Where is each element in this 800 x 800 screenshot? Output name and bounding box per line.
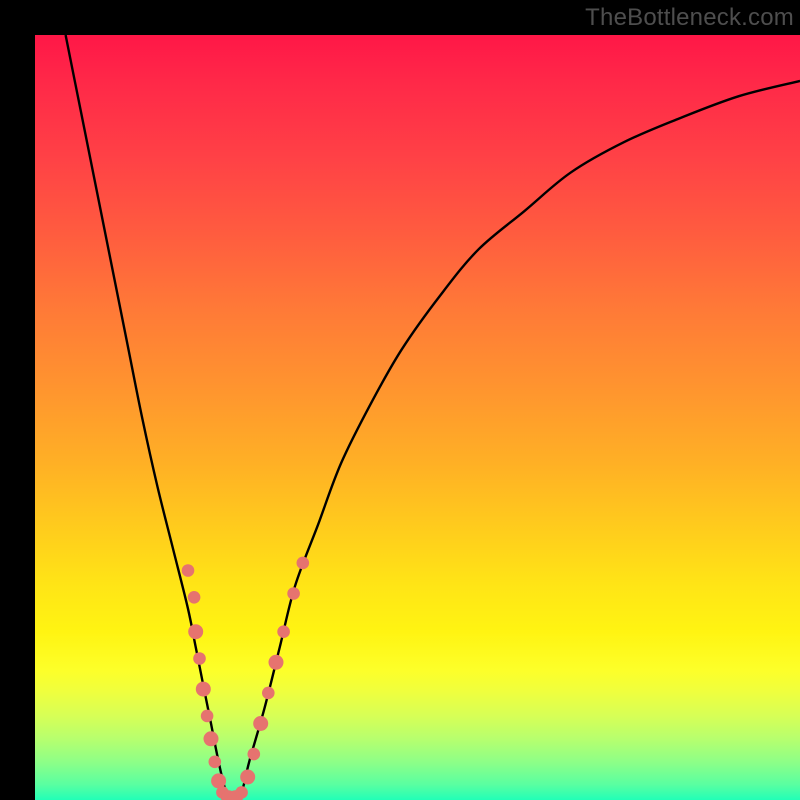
curve-marker — [269, 655, 284, 670]
curve-marker — [188, 624, 203, 639]
curve-marker — [248, 748, 261, 761]
curve-marker — [204, 731, 219, 746]
plot-area — [35, 35, 800, 800]
curve-marker — [277, 625, 290, 638]
curve-marker — [287, 587, 300, 600]
curve-marker — [240, 770, 255, 785]
bottleneck-curve — [66, 35, 800, 800]
curve-marker — [297, 557, 310, 570]
curve-marker — [193, 652, 206, 665]
curve-marker — [253, 716, 268, 731]
curve-marker — [196, 682, 211, 697]
curve-marker — [211, 773, 226, 788]
chart-svg — [35, 35, 800, 800]
curve-marker — [182, 564, 195, 577]
curve-marker — [209, 756, 222, 769]
curve-marker — [188, 591, 201, 604]
curve-marker — [262, 687, 275, 700]
chart-frame: TheBottleneck.com — [0, 0, 800, 800]
curve-marker — [235, 786, 248, 799]
curve-marker — [201, 710, 214, 723]
watermark-text: TheBottleneck.com — [585, 4, 794, 32]
